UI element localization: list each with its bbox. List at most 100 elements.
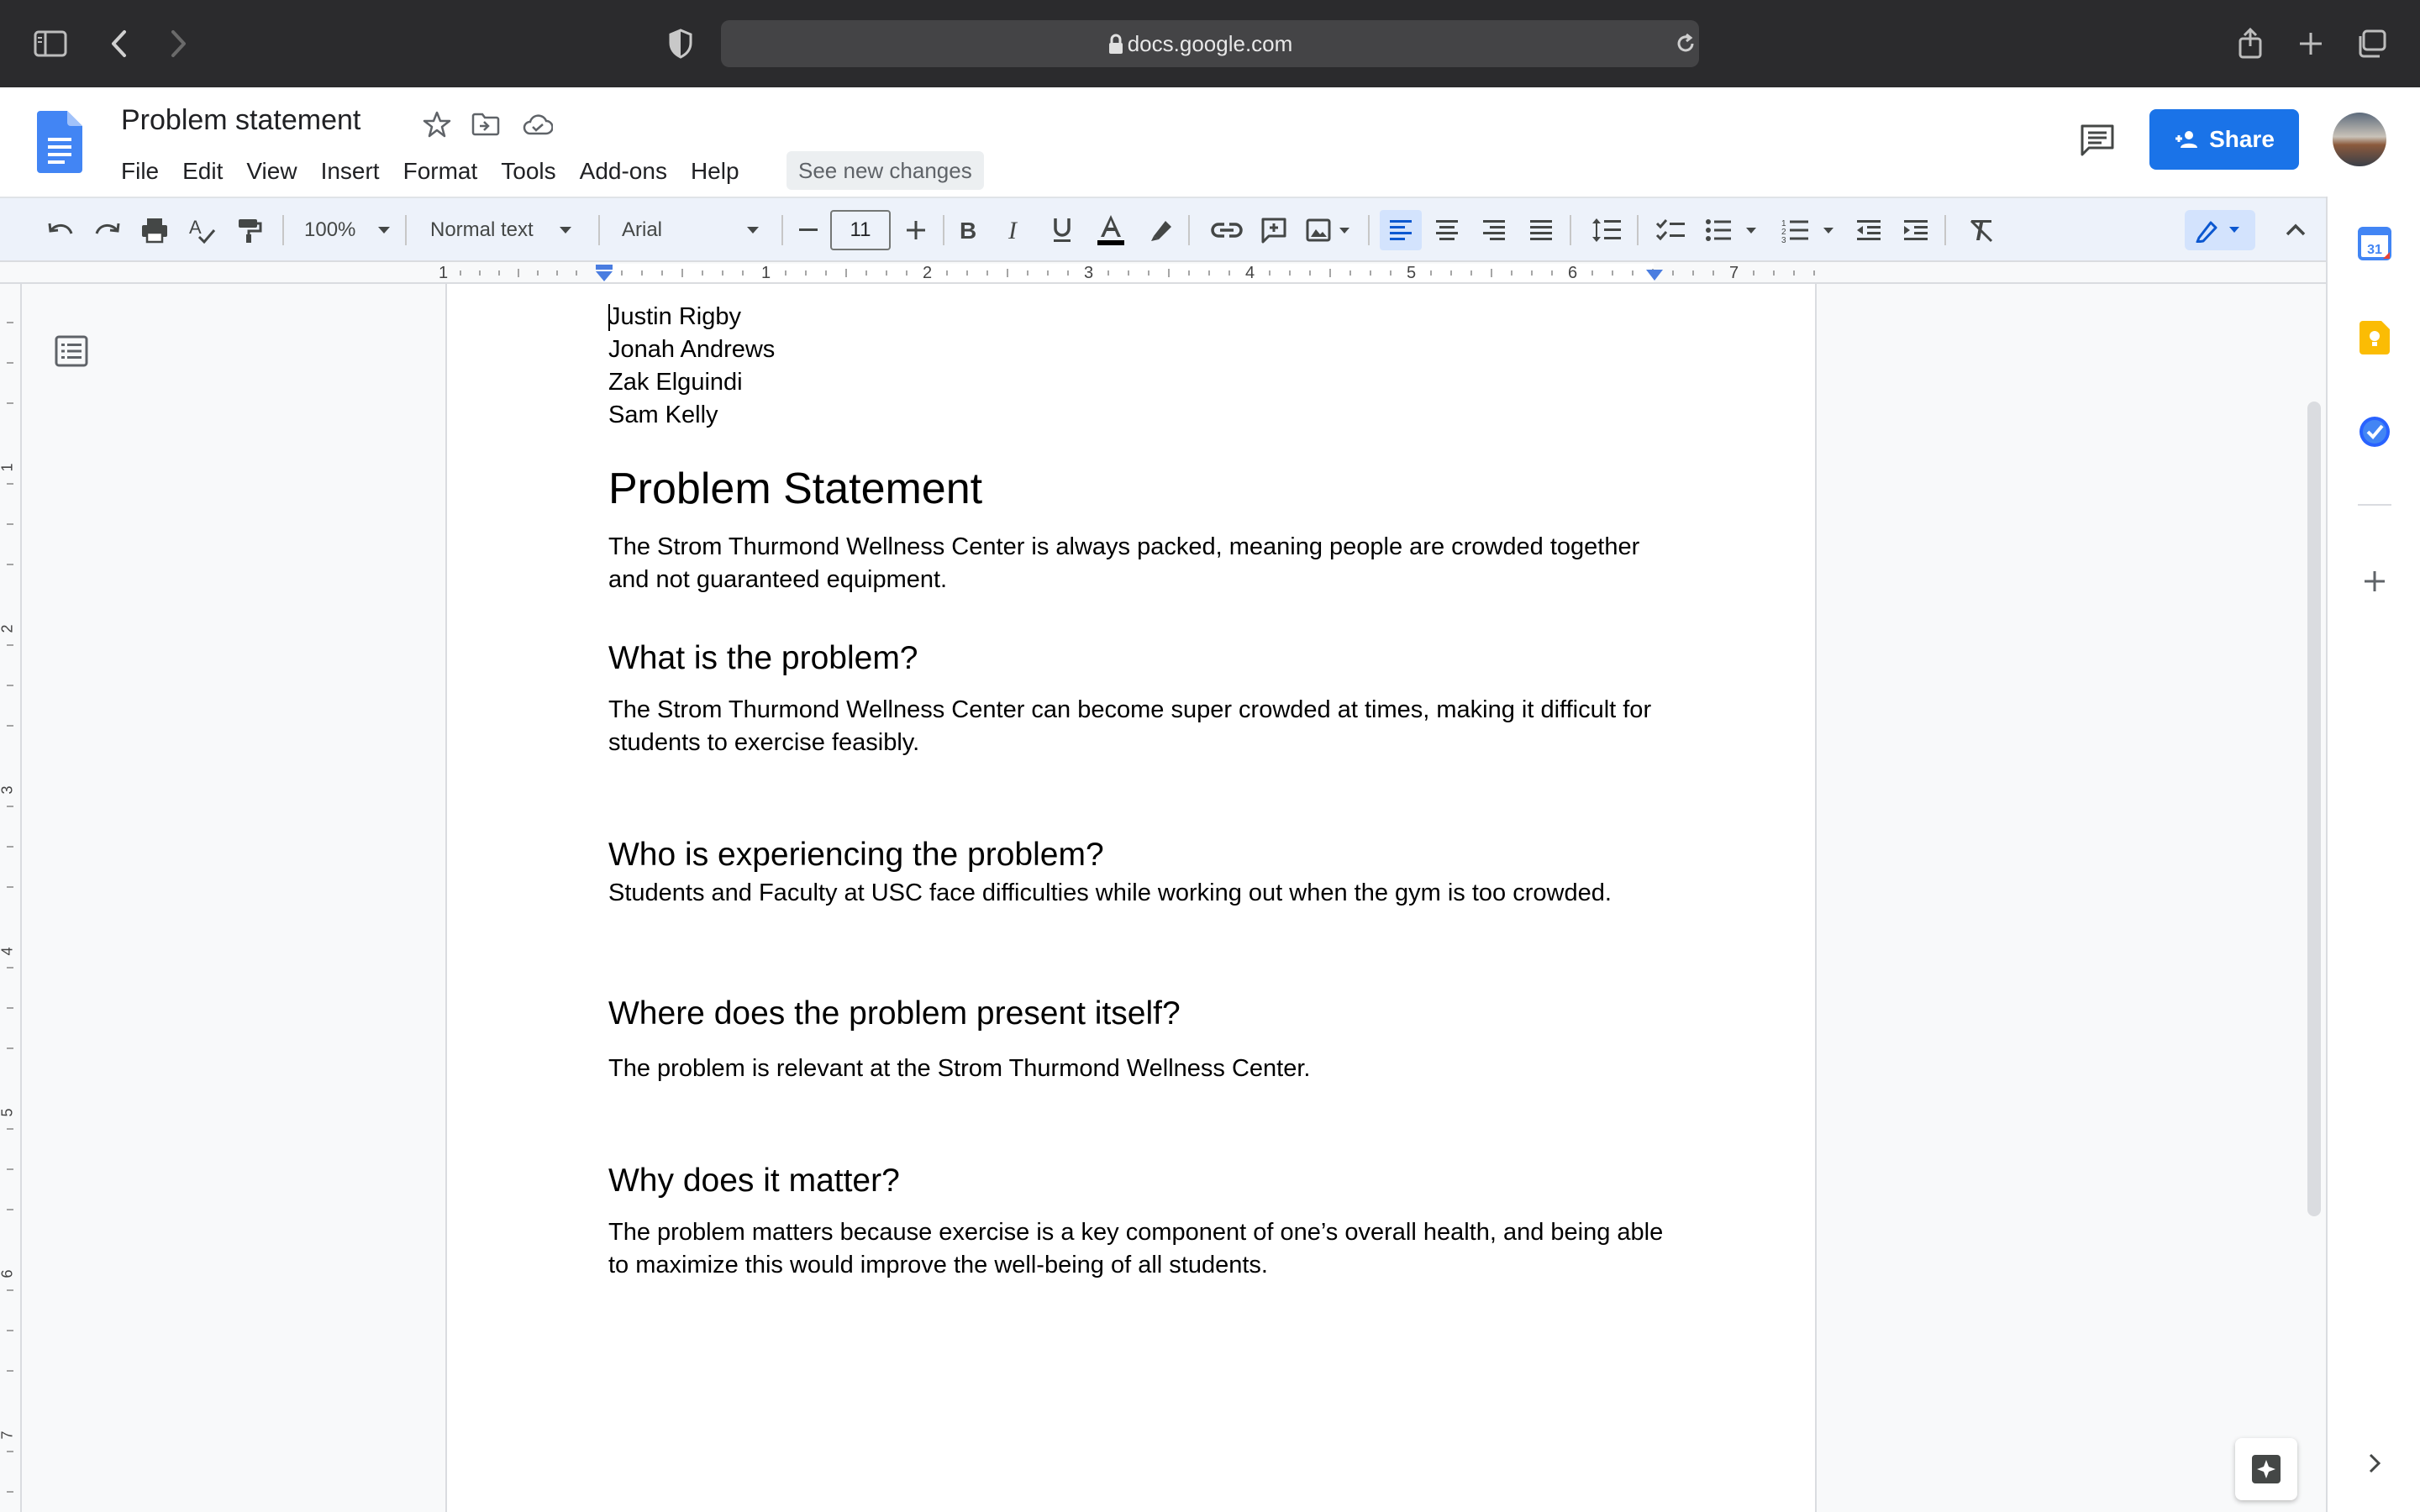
undo-icon[interactable]	[42, 210, 79, 250]
explore-button[interactable]	[2235, 1438, 2297, 1500]
insert-link-icon[interactable]	[1207, 210, 1247, 250]
docs-logo-icon[interactable]	[37, 111, 82, 173]
menu-insert[interactable]: Insert	[309, 150, 392, 193]
move-folder-icon[interactable]	[469, 108, 502, 141]
share-button[interactable]: Share	[2149, 109, 2299, 170]
highlight-color-icon[interactable]	[1143, 210, 1180, 250]
increase-indent-icon[interactable]	[1897, 210, 1934, 250]
horizontal-ruler[interactable]: 1 1 2 3 4 5 6 7	[0, 262, 2326, 284]
section-heading[interactable]: Why does it matter?	[608, 1163, 1667, 1200]
section-heading[interactable]: Where does the problem present itself?	[608, 995, 1667, 1032]
font-size-input[interactable]: 11	[830, 210, 891, 250]
vertical-ruler-mark: 4	[0, 947, 16, 956]
tabs-overview-icon[interactable]	[2351, 24, 2391, 64]
add-comment-icon[interactable]	[1255, 210, 1292, 250]
document-page[interactable]: Justin Rigby Jonah Andrews Zak Elguindi …	[445, 284, 1817, 1512]
clear-formatting-icon[interactable]	[1963, 210, 2000, 250]
menu-file[interactable]: File	[109, 150, 171, 193]
collapse-toolbar-icon[interactable]	[2277, 210, 2314, 250]
share-icon[interactable]	[2230, 24, 2270, 64]
see-new-changes-button[interactable]: See new changes	[786, 151, 984, 190]
back-icon[interactable]	[99, 24, 139, 64]
person-add-icon	[2174, 129, 2199, 150]
toolbar-separator	[781, 215, 783, 245]
align-right-icon[interactable]	[1476, 210, 1512, 250]
font-family-select[interactable]: Arial	[622, 210, 773, 250]
svg-text:3: 3	[1781, 236, 1786, 243]
numbered-list-icon[interactable]: 123	[1778, 210, 1840, 250]
forward-icon[interactable]	[158, 24, 198, 64]
section-paragraph[interactable]: The problem is relevant at the Strom Thu…	[608, 1053, 1667, 1085]
toolbar-separator	[282, 215, 284, 245]
toolbar-separator	[1637, 215, 1639, 245]
document-title[interactable]: Problem statement	[121, 104, 360, 137]
paragraph-style-select[interactable]: Normal text	[430, 210, 581, 250]
menu-add-ons[interactable]: Add-ons	[568, 150, 679, 193]
text-color-icon[interactable]	[1091, 210, 1131, 250]
section-heading[interactable]: What is the problem?	[608, 640, 1667, 677]
address-bar[interactable]: docs.google.com	[721, 20, 1699, 67]
expand-side-panel-icon[interactable]	[2354, 1443, 2395, 1483]
right-indent-marker-icon[interactable]	[1645, 269, 1664, 282]
bulleted-list-icon[interactable]	[1701, 210, 1763, 250]
explore-icon	[2250, 1453, 2282, 1485]
reload-icon[interactable]	[1674, 32, 1697, 55]
zoom-value: 100%	[304, 218, 356, 241]
tasks-icon[interactable]	[2354, 412, 2395, 452]
checklist-icon[interactable]	[1650, 210, 1691, 250]
bold-icon[interactable]: B	[950, 210, 986, 250]
spellcheck-icon[interactable]: A	[183, 210, 220, 250]
line-spacing-icon[interactable]	[1586, 210, 1627, 250]
underline-icon[interactable]	[1044, 210, 1081, 250]
section-paragraph[interactable]: Students and Faculty at USC face difficu…	[608, 875, 1667, 911]
get-add-ons-icon[interactable]	[2354, 561, 2395, 601]
shield-icon[interactable]	[660, 24, 701, 64]
section-paragraph[interactable]: The problem matters because exercise is …	[608, 1216, 1667, 1282]
keep-icon[interactable]	[2354, 318, 2395, 358]
decrease-indent-icon[interactable]	[1850, 210, 1887, 250]
comments-icon[interactable]	[2079, 123, 2116, 156]
left-indent-marker-icon[interactable]	[595, 264, 613, 282]
align-left-icon[interactable]	[1380, 210, 1422, 250]
author-line[interactable]: Sam Kelly	[608, 399, 1667, 432]
zoom-select[interactable]: 100%	[304, 210, 392, 250]
avatar[interactable]	[2333, 113, 2386, 166]
decrease-font-size-icon[interactable]	[790, 210, 827, 250]
ruler-mark: 1	[761, 264, 771, 282]
font-family-value: Arial	[622, 218, 663, 241]
ruler-ticks	[460, 269, 1815, 277]
section-paragraph[interactable]: The Strom Thurmond Wellness Center can b…	[608, 694, 1667, 759]
redo-icon[interactable]	[89, 210, 126, 250]
menu-tools[interactable]: Tools	[489, 150, 567, 193]
author-line[interactable]: Justin Rigby	[608, 301, 1667, 333]
justify-icon[interactable]	[1523, 210, 1560, 250]
editing-mode-button[interactable]	[2185, 210, 2255, 250]
print-icon[interactable]	[136, 210, 173, 250]
document-heading[interactable]: Problem Statement	[608, 464, 1667, 514]
calendar-icon[interactable]: 31	[2354, 223, 2395, 264]
intro-paragraph[interactable]: The Strom Thurmond Wellness Center is al…	[608, 531, 1667, 596]
author-line[interactable]: Jonah Andrews	[608, 333, 1667, 366]
new-tab-icon[interactable]	[2291, 24, 2331, 64]
vertical-ruler[interactable]: 1 2 3 4 5 6 7	[0, 284, 22, 1512]
sidebar-icon[interactable]	[30, 24, 71, 64]
caret-down-icon	[559, 226, 572, 234]
menu-help[interactable]: Help	[679, 150, 751, 193]
menu-view[interactable]: View	[234, 150, 308, 193]
align-center-icon[interactable]	[1428, 210, 1465, 250]
section-heading[interactable]: Who is experiencing the problem?	[608, 837, 1667, 874]
star-icon[interactable]	[420, 108, 454, 141]
italic-icon[interactable]: I	[997, 210, 1034, 250]
document-body[interactable]: Justin Rigby Jonah Andrews Zak Elguindi …	[608, 301, 1667, 1282]
scrollbar-thumb[interactable]	[2307, 402, 2321, 1216]
insert-image-icon[interactable]	[1302, 210, 1356, 250]
vertical-scrollbar[interactable]	[2302, 284, 2326, 1512]
increase-font-size-icon[interactable]	[897, 210, 934, 250]
menu-edit[interactable]: Edit	[171, 150, 234, 193]
cloud-saved-icon[interactable]	[521, 108, 555, 141]
menu-format[interactable]: Format	[392, 150, 490, 193]
author-line[interactable]: Zak Elguindi	[608, 366, 1667, 399]
paint-format-icon[interactable]	[230, 210, 267, 250]
lock-icon	[1107, 34, 1124, 55]
document-outline-icon[interactable]	[54, 334, 89, 368]
